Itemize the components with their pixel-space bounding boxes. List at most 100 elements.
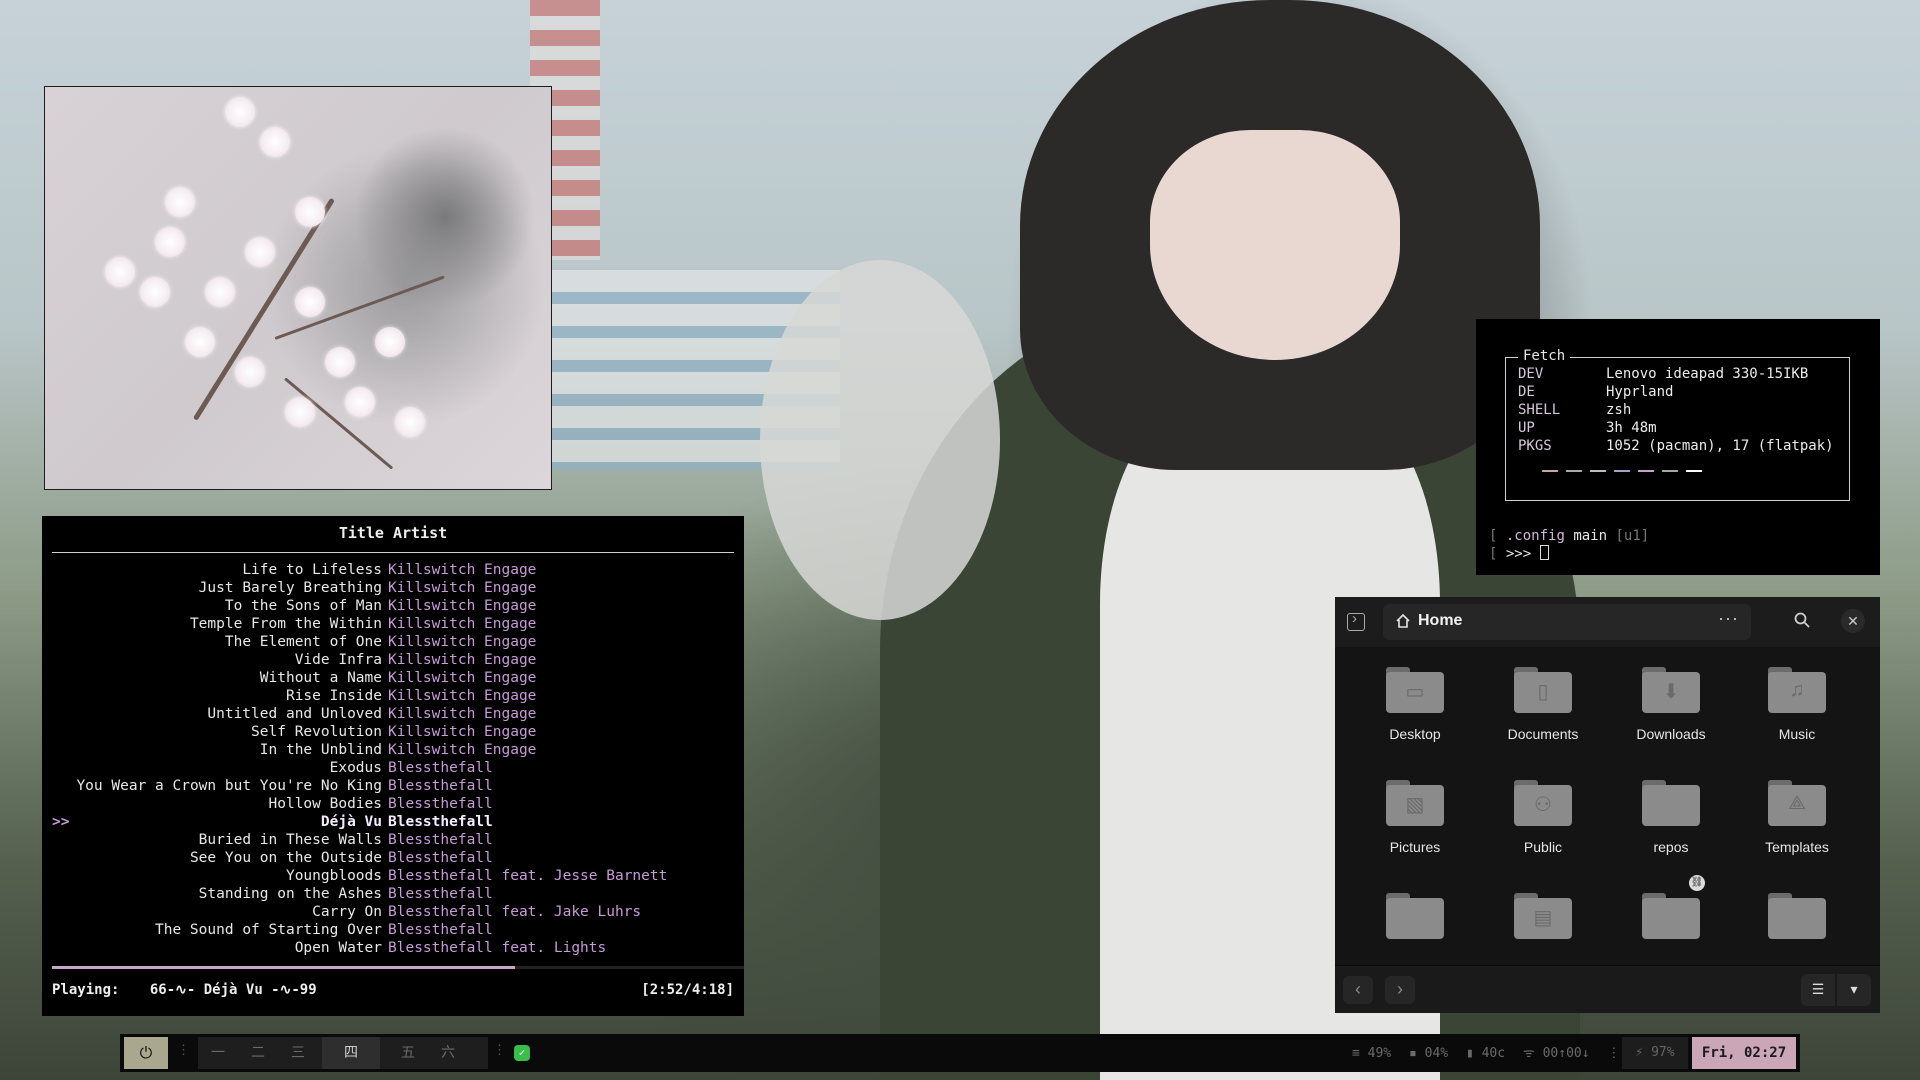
fetch-row: UP 3h 48m [1518, 420, 1657, 436]
image-viewer-window[interactable] [44, 86, 552, 490]
color-swatch [1566, 470, 1582, 472]
folder-item[interactable] [1733, 893, 1861, 952]
track-row[interactable]: Life to Lifeless Killswitch Engage [42, 561, 744, 579]
track-row[interactable]: The Sound of Starting Over Blessthefall [42, 921, 744, 939]
folder-item[interactable]: ⚇ Public [1479, 780, 1607, 855]
workspace-4-button[interactable]: 四 [322, 1037, 380, 1069]
view-options-button[interactable]: ▾ [1837, 974, 1871, 1006]
music-player-window[interactable]: Title Artist Life to Lifeless Killswitch … [42, 516, 744, 1016]
fetch-key: PKGS [1518, 438, 1552, 454]
people-icon: ⚇ [1514, 780, 1572, 826]
track-row[interactable]: In the Unblind Killswitch Engage [42, 741, 744, 759]
workspace-6-button[interactable]: 六 [428, 1037, 468, 1069]
folder-item[interactable]: repos [1607, 780, 1735, 855]
fetch-row: DEV Lenovo ideapad 330-15IKB [1518, 366, 1808, 382]
file-manager-footer: ‹ › ☰ ▾ [1335, 965, 1880, 1013]
battery-indicator[interactable]: ⚡ 97% [1622, 1037, 1688, 1069]
track-artist: Blessthefall [388, 760, 493, 776]
workspace-2-button[interactable]: 二 [238, 1037, 278, 1069]
track-title: Buried in These Walls [198, 832, 382, 848]
blossom [245, 237, 275, 267]
monitor-icon: ▭ [1386, 667, 1444, 713]
fetch-key: DE [1518, 384, 1535, 400]
track-row[interactable]: Just Barely Breathing Killswitch Engage [42, 579, 744, 597]
file-manager-window[interactable]: Home ··· ✕ ▭ Desktop ▯ Documents ⬇ Downloads ♫… [1335, 597, 1880, 1013]
track-row[interactable]: >> Déjà Vu Blessthefall [42, 813, 744, 831]
track-row[interactable]: Temple From the Within Killswitch Engage [42, 615, 744, 633]
color-swatch [1662, 470, 1678, 472]
folder-icon [1386, 893, 1444, 939]
folder-item[interactable]: ▭ Desktop [1351, 667, 1479, 742]
track-row[interactable]: See You on the Outside Blessthefall [42, 849, 744, 867]
track-row[interactable]: Self Revolution Killswitch Engage [42, 723, 744, 741]
cpu-usage: ≡ 49% [1352, 1046, 1392, 1061]
playlist-header: Title Artist [338, 524, 448, 542]
search-icon[interactable] [1793, 611, 1811, 634]
power-button[interactable]: ⏻ [124, 1037, 168, 1069]
track-row[interactable]: You Wear a Crown but You're No King Bless… [42, 777, 744, 795]
close-icon[interactable]: ✕ [1841, 609, 1865, 633]
more-options-icon[interactable]: ··· [1718, 608, 1739, 629]
list-view-button[interactable]: ☰ [1801, 974, 1835, 1006]
track-title: The Element of One [224, 634, 382, 650]
sidebar-toggle-icon[interactable] [1347, 610, 1365, 631]
blossom [205, 277, 235, 307]
update-check-icon[interactable]: ✓ [514, 1045, 530, 1061]
back-button[interactable]: ‹ [1343, 976, 1373, 1004]
memory-usage: ▪ 04% [1408, 1046, 1449, 1061]
track-row[interactable]: Hollow Bodies Blessthefall [42, 795, 744, 813]
track-row[interactable]: Standing on the Ashes Blessthefall [42, 885, 744, 903]
track-artist: Killswitch Engage [388, 724, 537, 740]
color-swatch [1614, 470, 1630, 472]
color-swatch [1542, 470, 1558, 472]
blossom [165, 187, 195, 217]
track-row[interactable]: Carry On Blessthefall feat. Jake Luhrs [42, 903, 744, 921]
workspace-5-button[interactable]: 五 [388, 1037, 428, 1069]
prompt-bracket: [ [1489, 528, 1498, 544]
folder-item[interactable]: ⬇ Downloads [1607, 667, 1735, 742]
blossom [185, 327, 215, 357]
location-bar[interactable]: Home ··· [1383, 604, 1751, 640]
track-row[interactable]: Buried in These Walls Blessthefall [42, 831, 744, 849]
track-title: Déjà Vu [320, 814, 382, 830]
folder-item[interactable]: ▤ [1479, 893, 1607, 952]
track-artist: Killswitch Engage [388, 634, 537, 650]
status-bar: ⏻ ⋮ 一 二 三 四 五 六 ⋮ ✓ ≡ 49% ▪ 04% ▮ 40c ᯤ … [120, 1034, 1800, 1072]
track-row[interactable]: The Element of One Killswitch Engage [42, 633, 744, 651]
track-row[interactable]: Open Water Blessthefall feat. Lights [42, 939, 744, 957]
workspace-1-button[interactable]: 一 [198, 1037, 238, 1069]
video-icon: ▤ [1514, 893, 1572, 939]
folder-item[interactable]: ⟁ Templates [1733, 780, 1861, 855]
folder-item[interactable]: ▯ Documents [1479, 667, 1607, 742]
shell-prompt[interactable]: [ .config main [u1] [ >>> [1489, 527, 1649, 563]
folder-item[interactable]: ▧ Pictures [1351, 780, 1479, 855]
track-title: The Sound of Starting Over [155, 922, 382, 938]
folder-item[interactable]: ⛓ [1607, 875, 1735, 952]
battery-icon: ⚡ [1635, 1045, 1644, 1060]
track-title: Carry On [312, 904, 382, 920]
track-list[interactable]: Life to Lifeless Killswitch Engage Just Ba… [42, 561, 744, 957]
track-row[interactable]: Rise Inside Killswitch Engage [42, 687, 744, 705]
fetch-key: UP [1518, 420, 1535, 436]
track-artist: Killswitch Engage [388, 580, 537, 596]
color-swatch [1590, 470, 1606, 472]
track-title: Exodus [329, 760, 382, 776]
blossom [235, 357, 265, 387]
track-row[interactable]: Untitled and Unloved Killswitch Engage [42, 705, 744, 723]
folder-name: Pictures [1389, 839, 1441, 855]
clock[interactable]: Fri, 02:27 [1692, 1037, 1796, 1069]
track-row[interactable]: Exodus Blessthefall [42, 759, 744, 777]
folder-item[interactable]: ♫ Music [1733, 667, 1861, 742]
folder-item[interactable] [1351, 893, 1479, 952]
track-row[interactable]: Without a Name Killswitch Engage [42, 669, 744, 687]
track-row[interactable]: Youngbloods Blessthefall feat. Jesse Barn… [42, 867, 744, 885]
prompt-symbol: >>> [1505, 546, 1532, 562]
track-row[interactable]: To the Sons of Man Killswitch Engage [42, 597, 744, 615]
terminal-window[interactable]: Fetch DEV Lenovo ideapad 330-15IKB DE Hypr… [1476, 319, 1880, 575]
forward-button[interactable]: › [1385, 976, 1415, 1004]
track-row[interactable]: Vide Infra Killswitch Engage [42, 651, 744, 669]
fetch-box: Fetch DEV Lenovo ideapad 330-15IKB DE Hypr… [1505, 348, 1850, 501]
track-artist: Blessthefall feat. Jake Luhrs [388, 904, 642, 920]
playback-progress-bar[interactable] [52, 966, 744, 969]
workspace-3-button[interactable]: 三 [278, 1037, 318, 1069]
